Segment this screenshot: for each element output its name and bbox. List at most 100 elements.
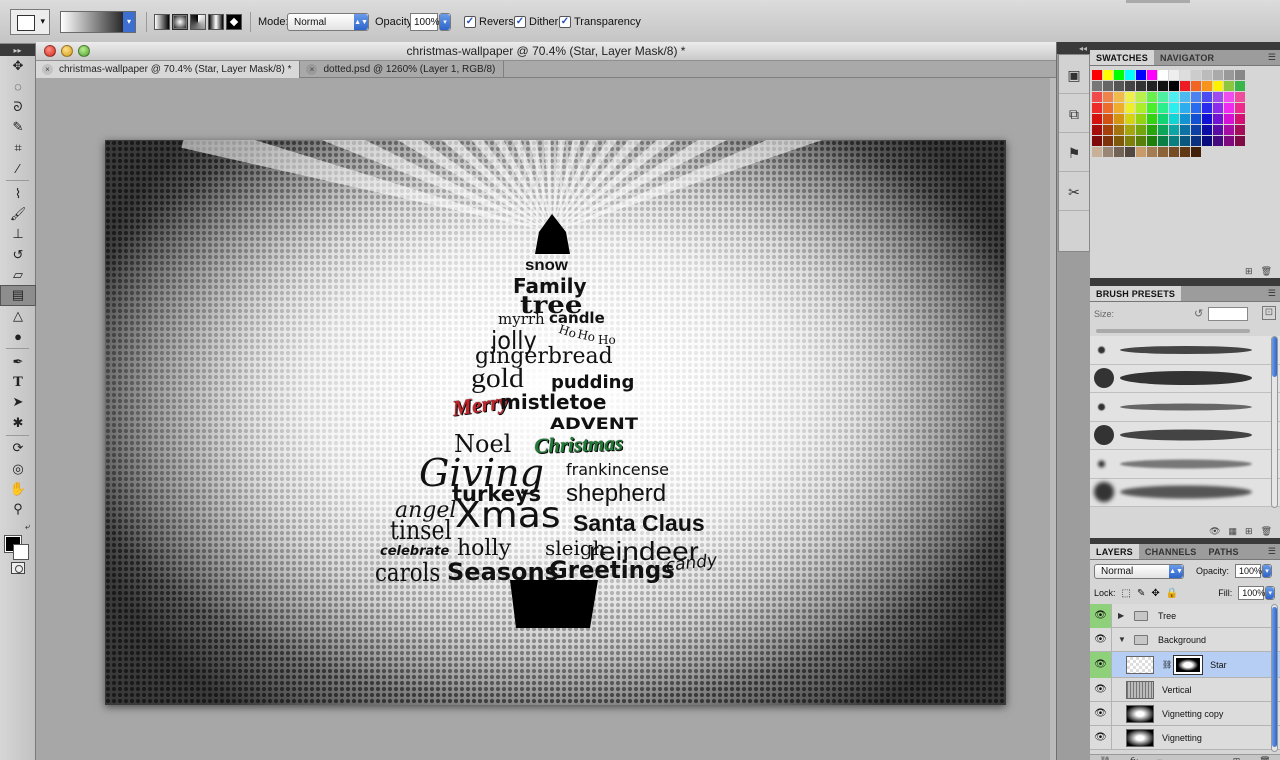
brush-list-scrollbar[interactable] — [1271, 336, 1278, 508]
color-swatch[interactable] — [1213, 70, 1223, 80]
color-swatch[interactable] — [1114, 70, 1124, 80]
link-layers-icon[interactable]: ⛓ — [1099, 756, 1110, 760]
zoom-tool-icon[interactable]: ⚲ — [0, 499, 36, 519]
delete-layer-icon[interactable]: 🗑 — [1259, 756, 1270, 760]
color-swatch[interactable] — [1114, 92, 1124, 102]
color-swatch[interactable] — [1125, 125, 1135, 135]
color-swatch[interactable] — [1092, 147, 1102, 157]
visibility-eye-icon[interactable]: 👁 — [1090, 627, 1112, 652]
visibility-eye-icon[interactable]: 👁 — [1090, 701, 1112, 726]
color-swatch[interactable] — [1169, 81, 1179, 91]
color-swatch[interactable] — [1114, 125, 1124, 135]
canvas-artwork[interactable]: snow Family tree myrrh candle Ho Ho Ho jolly ging… — [105, 140, 1006, 705]
toggle-brush-view-icon[interactable]: 👁 — [1209, 526, 1220, 537]
marquee-tool-icon[interactable]: ◌ — [0, 76, 36, 96]
adjustment-layer-icon[interactable]: ◐ — [1181, 757, 1186, 760]
tab-brush-presets[interactable]: BRUSH PRESETS — [1090, 286, 1182, 301]
color-swatch[interactable] — [1125, 81, 1135, 91]
tab-swatches[interactable]: SWATCHES — [1090, 50, 1154, 65]
tab-layers[interactable]: LAYERS — [1090, 544, 1139, 559]
fill-field[interactable]: 100% — [1238, 586, 1265, 600]
type-tool-icon[interactable]: T — [0, 372, 36, 392]
scroll-thumb[interactable] — [1272, 337, 1277, 377]
color-swatch[interactable] — [1169, 70, 1179, 80]
color-swatch[interactable] — [1202, 103, 1212, 113]
dither-checkbox[interactable]: ✓ — [514, 16, 526, 28]
color-swatch[interactable] — [1103, 136, 1113, 146]
color-swatch[interactable] — [1114, 81, 1124, 91]
tab-navigator[interactable]: NAVIGATOR — [1154, 50, 1220, 65]
minimize-window-button[interactable] — [61, 45, 73, 57]
visibility-eye-icon[interactable]: 👁 — [1090, 651, 1112, 678]
color-swatch[interactable] — [1125, 114, 1135, 124]
color-swatch[interactable] — [1147, 70, 1157, 80]
blend-mode-select[interactable]: Normal ▲▼ — [1094, 563, 1184, 579]
color-swatch[interactable] — [1191, 70, 1201, 80]
visibility-eye-icon[interactable]: 👁 — [1090, 677, 1112, 702]
size-slider[interactable] — [1090, 326, 1280, 336]
color-swatch[interactable] — [1191, 136, 1201, 146]
layer-row-vignetting[interactable]: 👁 Vignetting — [1090, 725, 1280, 750]
color-swatch[interactable] — [1125, 92, 1135, 102]
color-swatch[interactable] — [1158, 70, 1168, 80]
color-swatch[interactable] — [1235, 92, 1245, 102]
shape-tool-icon[interactable]: ✱ — [0, 413, 36, 433]
color-swatch[interactable] — [1147, 147, 1157, 157]
color-swatch[interactable] — [1169, 114, 1179, 124]
color-swatch[interactable] — [1125, 70, 1135, 80]
tab-dotted-psd[interactable]: × dotted.psd @ 1260% (Layer 1, RGB/8) — [300, 61, 505, 78]
color-swatch[interactable] — [1191, 81, 1201, 91]
visibility-eye-icon[interactable]: 👁 — [1090, 725, 1112, 750]
color-swatch[interactable] — [1169, 136, 1179, 146]
dock-collapse-grip[interactable]: ◂◂ — [1057, 42, 1090, 54]
tool-presets-icon[interactable]: ✂ — [1059, 175, 1089, 211]
color-swatch[interactable] — [1092, 70, 1102, 80]
lasso-tool-icon[interactable]: ᘐ — [0, 97, 36, 117]
hand-tool-icon[interactable]: ✋ — [0, 479, 36, 499]
blur-tool-icon[interactable]: △ — [0, 306, 36, 326]
layer-mask-thumbnail[interactable] — [1173, 654, 1204, 675]
color-swatch[interactable] — [1136, 136, 1146, 146]
color-swatch[interactable] — [1136, 103, 1146, 113]
color-swatch[interactable] — [1158, 147, 1168, 157]
color-swatch[interactable] — [1103, 70, 1113, 80]
3d-orbit-tool-icon[interactable]: ◎ — [0, 458, 36, 478]
color-swatch[interactable] — [1103, 81, 1113, 91]
color-swatch[interactable] — [1158, 125, 1168, 135]
reset-size-icon[interactable]: ↺ — [1194, 307, 1203, 320]
zoom-window-button[interactable] — [78, 45, 90, 57]
new-swatch-icon[interactable]: ⊞ — [1245, 266, 1253, 277]
color-swatch[interactable] — [1224, 70, 1234, 80]
color-swatch[interactable] — [1147, 136, 1157, 146]
scroll-thumb[interactable] — [1272, 607, 1277, 747]
color-swatch[interactable] — [1202, 92, 1212, 102]
color-swatch[interactable] — [1136, 114, 1146, 124]
color-swatch[interactable] — [1136, 147, 1146, 157]
color-swatch[interactable] — [1147, 125, 1157, 135]
gradient-dropdown-icon[interactable]: ▾ — [123, 12, 135, 32]
color-swatch[interactable] — [1224, 92, 1234, 102]
close-window-button[interactable] — [44, 45, 56, 57]
color-swatch[interactable] — [1147, 92, 1157, 102]
color-swatch[interactable] — [1202, 136, 1212, 146]
color-swatch[interactable] — [1092, 136, 1102, 146]
color-swatch[interactable] — [1114, 103, 1124, 113]
color-swatch[interactable] — [1180, 147, 1190, 157]
color-swatch[interactable] — [1180, 92, 1190, 102]
color-swatch[interactable] — [1136, 92, 1146, 102]
color-swatch[interactable] — [1235, 114, 1245, 124]
close-tab-icon[interactable]: × — [42, 64, 53, 75]
opacity-dropdown[interactable]: ▾ — [439, 13, 451, 31]
tab-paths[interactable]: PATHS — [1203, 544, 1245, 559]
color-swatch[interactable] — [1180, 136, 1190, 146]
color-swatch[interactable] — [1213, 125, 1223, 135]
color-swatch[interactable] — [1191, 125, 1201, 135]
panel-menu-icon[interactable]: ☰ — [1268, 546, 1276, 557]
color-swatch[interactable] — [1158, 136, 1168, 146]
color-swatch[interactable] — [1180, 103, 1190, 113]
brush-preset-item[interactable] — [1090, 364, 1280, 393]
close-tab-icon[interactable]: × — [306, 64, 318, 75]
brush-panel-icon[interactable]: ▦ — [1229, 526, 1238, 537]
color-swatch[interactable] — [1235, 125, 1245, 135]
layer-row-vignetting-copy[interactable]: 👁 Vignetting copy — [1090, 701, 1280, 726]
